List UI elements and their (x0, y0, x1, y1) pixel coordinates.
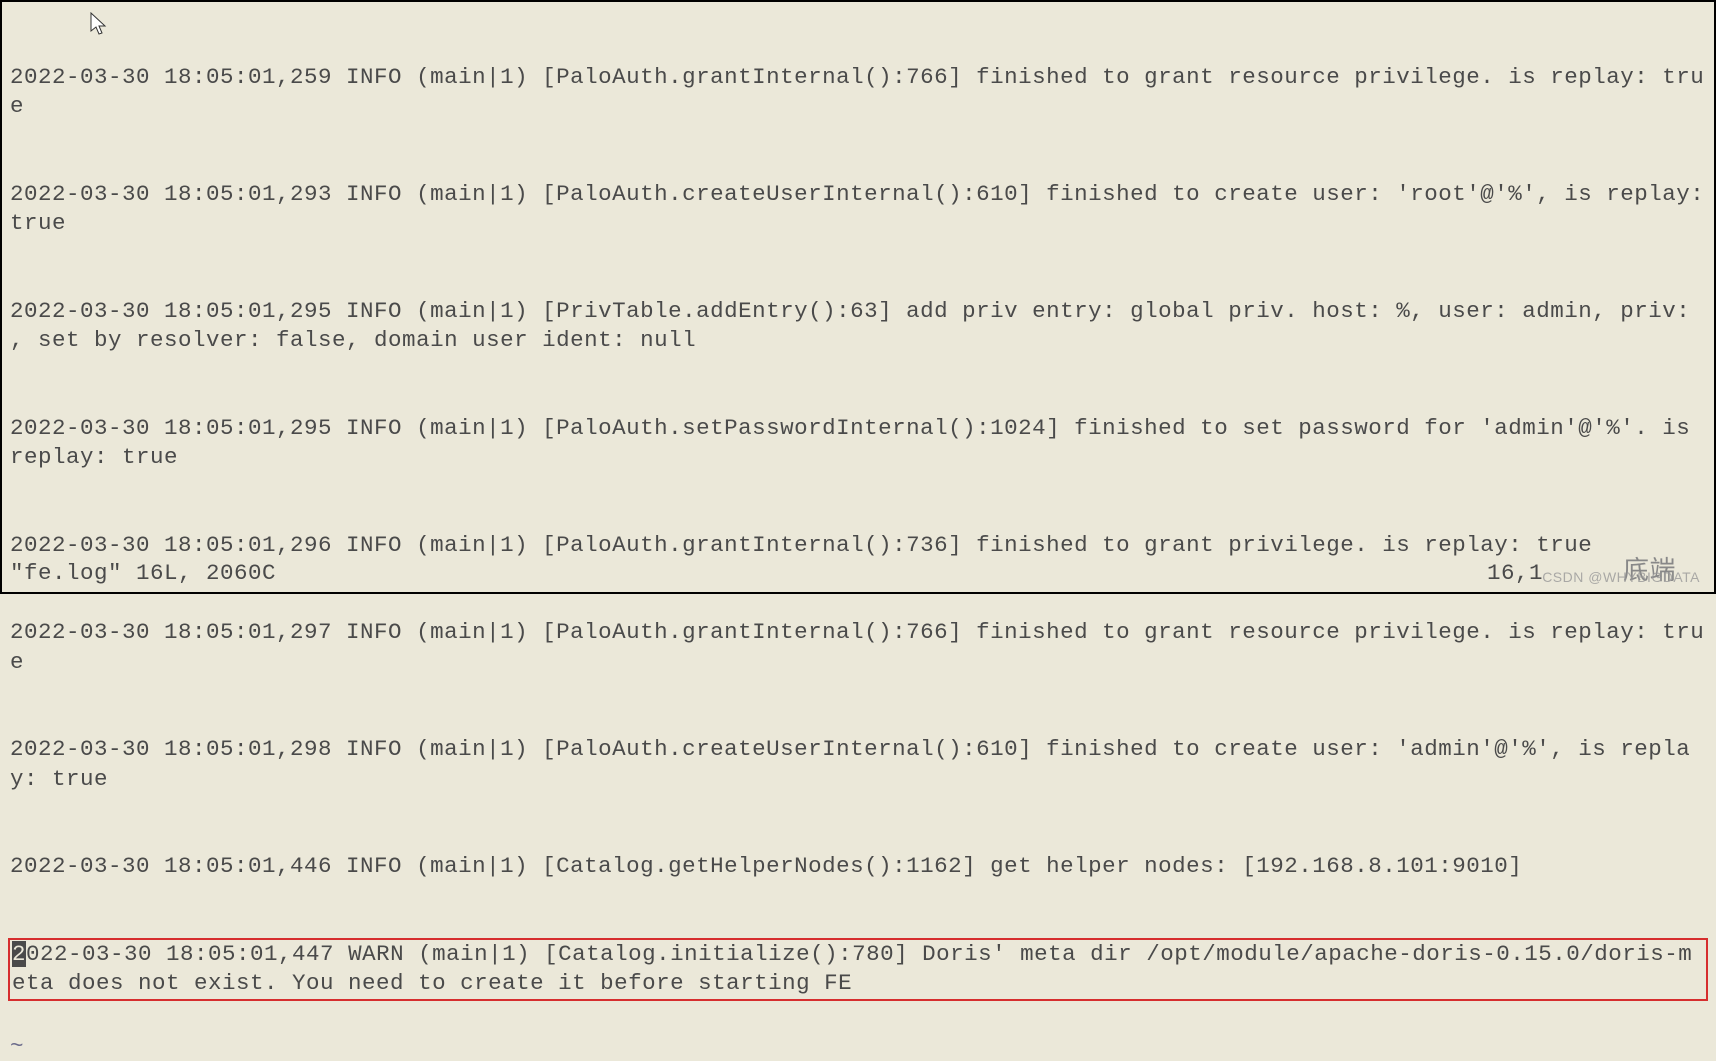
highlighted-log-entry: 2022-03-30 18:05:01,447 WARN (main|1) [C… (8, 938, 1708, 1001)
log-entry: 2022-03-30 18:05:01,297 INFO (main|1) [P… (10, 618, 1706, 677)
log-output[interactable]: 2022-03-30 18:05:01,259 INFO (main|1) [P… (2, 2, 1714, 1032)
log-entry: 2022-03-30 18:05:01,446 INFO (main|1) [C… (10, 852, 1706, 881)
log-entry: 2022-03-30 18:05:01,295 INFO (main|1) [P… (10, 297, 1706, 356)
cursor-position: 16,1 (1487, 559, 1543, 588)
log-entry: 2022-03-30 18:05:01,259 INFO (main|1) [P… (10, 63, 1706, 122)
log-entry: 2022-03-30 18:05:01,295 INFO (main|1) [P… (10, 414, 1706, 473)
vim-tilde: ~ (2, 1032, 1714, 1061)
vim-status-bar: "fe.log" 16L, 2060C 16,1 底端 (10, 554, 1706, 588)
watermark: CSDN @WHYBIGDATA (1542, 568, 1700, 586)
log-entry: 2022-03-30 18:05:01,298 INFO (main|1) [P… (10, 735, 1706, 794)
log-entry: 2022-03-30 18:05:01,293 INFO (main|1) [P… (10, 180, 1706, 239)
file-info: "fe.log" 16L, 2060C (10, 559, 276, 588)
